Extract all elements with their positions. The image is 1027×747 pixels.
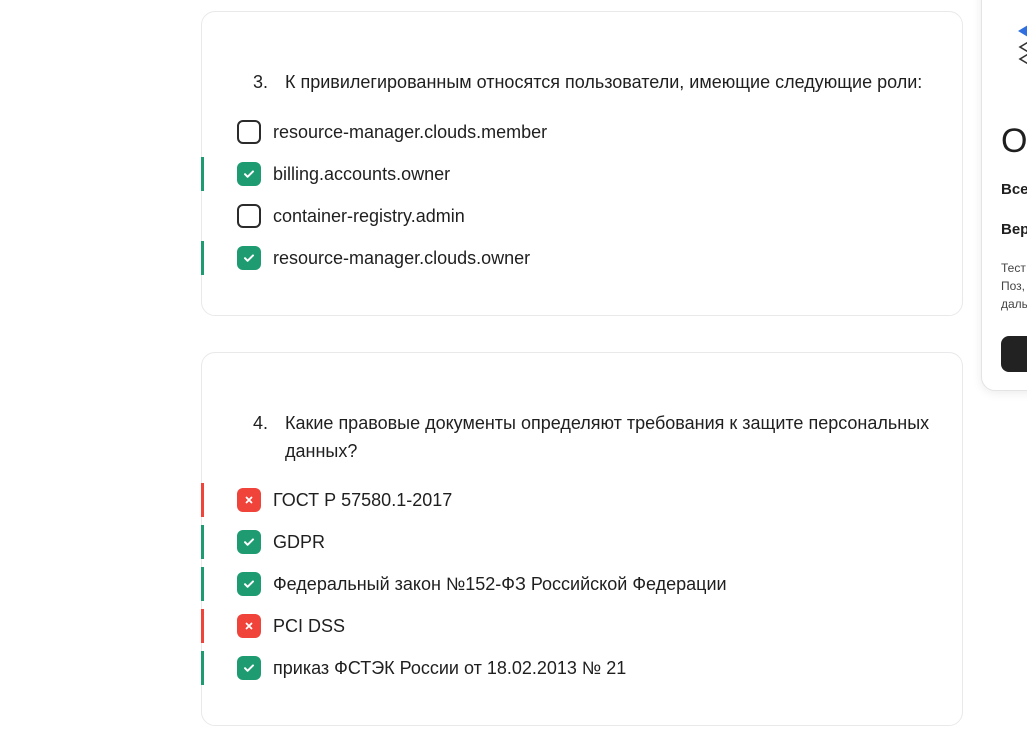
answer-option[interactable]: GDPR	[201, 525, 962, 559]
check-icon[interactable]	[237, 572, 261, 596]
correct-indicator-bar	[201, 525, 204, 559]
panel-row-total: Все	[1001, 181, 1027, 198]
answer-option[interactable]: container-registry.admin	[202, 199, 962, 233]
option-label: PCI DSS	[273, 615, 346, 636]
question-number: 4.	[253, 413, 269, 433]
correct-indicator-bar	[201, 651, 204, 685]
question-card-3: 3. К привилегированным относятся пользов…	[201, 11, 963, 316]
question-header: 3. К привилегированным относятся пользов…	[253, 68, 942, 96]
option-label: приказ ФСТЭК России от 18.02.2013 № 21	[273, 657, 627, 678]
check-icon[interactable]	[237, 246, 261, 270]
panel-row-correct: Вер	[1001, 221, 1027, 238]
answer-option[interactable]: ГОСТ Р 57580.1-2017	[201, 483, 962, 517]
correct-indicator-bar	[201, 157, 204, 191]
correct-indicator-bar	[201, 241, 204, 275]
question-card-4: 4. Какие правовые документы определяют т…	[201, 352, 963, 726]
answer-option[interactable]: Федеральный закон №152-ФЗ Российской Фед…	[201, 567, 962, 601]
question-number: 3.	[253, 72, 269, 92]
cross-icon[interactable]	[237, 488, 261, 512]
check-icon[interactable]	[237, 530, 261, 554]
answer-option[interactable]: PCI DSS	[201, 609, 962, 643]
results-side-panel: Ос Все Вер Тест Поз, даль	[981, 0, 1027, 391]
option-label: container-registry.admin	[273, 205, 465, 226]
option-label: billing.accounts.owner	[273, 163, 451, 184]
question-text: Какие правовые документы определяют треб…	[285, 413, 930, 461]
panel-action-button[interactable]	[1001, 336, 1027, 372]
answer-option[interactable]: resource-manager.clouds.owner	[201, 241, 962, 275]
option-label: GDPR	[273, 531, 326, 552]
option-label: resource-manager.clouds.member	[273, 121, 548, 142]
answer-option[interactable]: billing.accounts.owner	[201, 157, 962, 191]
question-header: 4. Какие правовые документы определяют т…	[253, 409, 942, 465]
check-icon[interactable]	[237, 656, 261, 680]
check-icon[interactable]	[237, 162, 261, 186]
checkbox-empty[interactable]	[237, 204, 261, 228]
panel-note-line: даль	[1001, 297, 1027, 311]
option-label: ГОСТ Р 57580.1-2017	[273, 489, 453, 510]
option-label: Федеральный закон №152-ФЗ Российской Фед…	[273, 573, 727, 594]
answer-option[interactable]: resource-manager.clouds.member	[202, 115, 962, 149]
checkbox-empty[interactable]	[237, 120, 261, 144]
wrong-indicator-bar	[201, 609, 204, 643]
panel-note-line: Тест	[1001, 261, 1026, 275]
correct-indicator-bar	[201, 567, 204, 601]
answer-option[interactable]: приказ ФСТЭК России от 18.02.2013 № 21	[201, 651, 962, 685]
question-text: К привилегированным относятся пользовате…	[285, 72, 923, 92]
panel-title: Ос	[1001, 122, 1027, 160]
cross-icon[interactable]	[237, 614, 261, 638]
panel-note-line: Поз,	[1001, 279, 1025, 293]
logo-icon	[1014, 23, 1027, 84]
wrong-indicator-bar	[201, 483, 204, 517]
option-label: resource-manager.clouds.owner	[273, 247, 531, 268]
